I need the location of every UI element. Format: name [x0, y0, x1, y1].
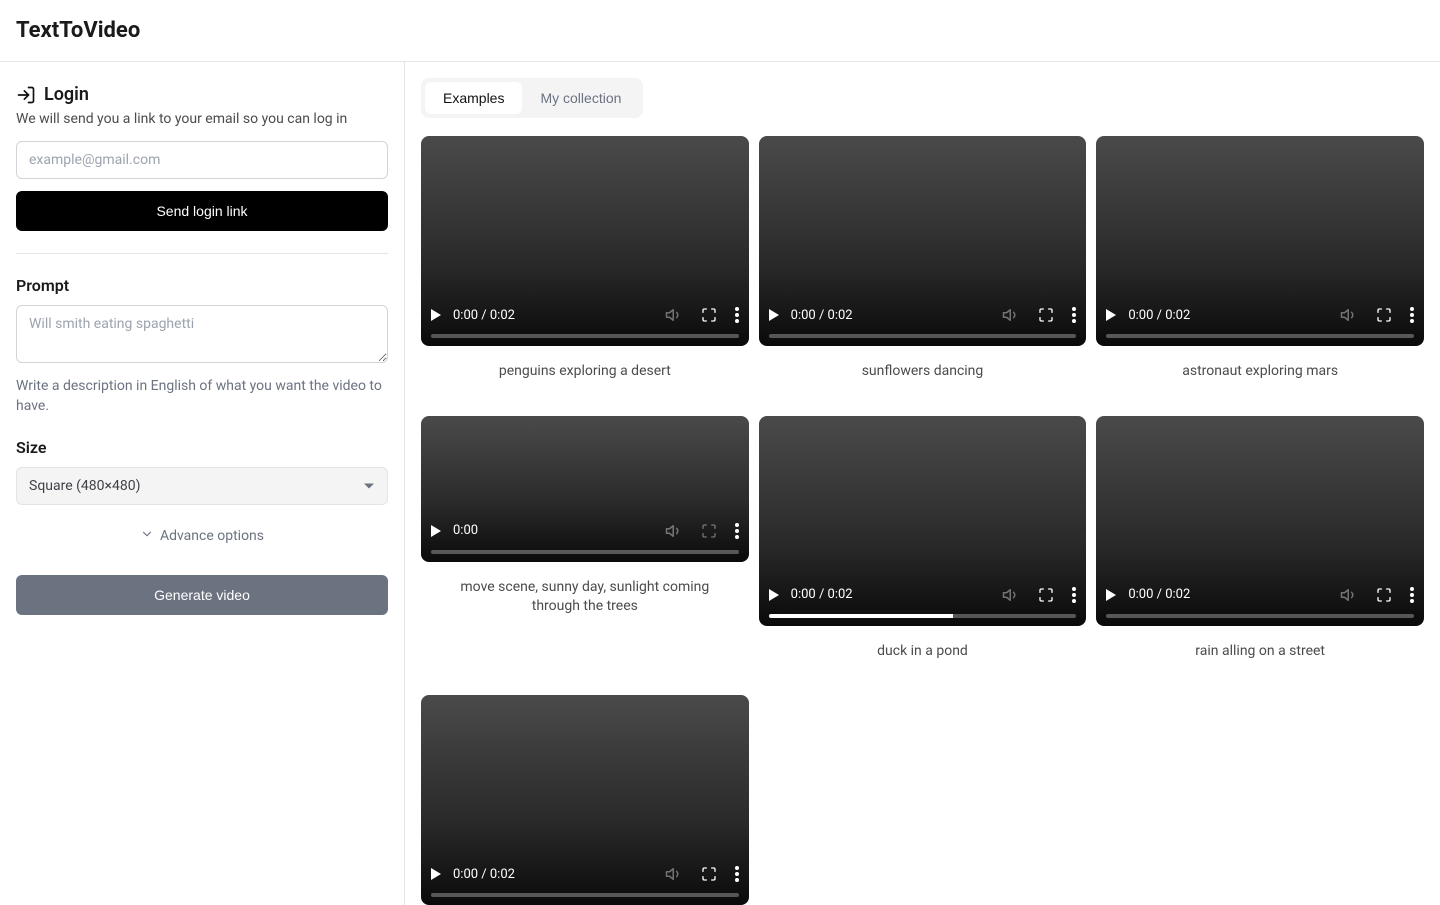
- more-icon[interactable]: [1072, 587, 1076, 603]
- play-icon[interactable]: [769, 309, 779, 321]
- video-player[interactable]: 0:00 / 0:02: [421, 136, 749, 346]
- video-time: 0:00 / 0:02: [791, 587, 853, 602]
- fullscreen-icon[interactable]: [1038, 587, 1054, 603]
- prompt-label: Prompt: [16, 276, 388, 295]
- video-time: 0:00 / 0:02: [1128, 308, 1190, 323]
- video-caption: astronaut exploring mars: [1182, 362, 1338, 382]
- volume-icon[interactable]: [1002, 306, 1020, 324]
- fullscreen-icon[interactable]: [701, 307, 717, 323]
- app-title: TextToVideo: [16, 18, 1424, 43]
- volume-icon[interactable]: [665, 865, 683, 883]
- login-title: Login: [44, 84, 89, 105]
- advance-options-toggle[interactable]: Advance options: [16, 527, 388, 545]
- video-progress[interactable]: [769, 614, 1077, 618]
- video-card: 0:00 / 0:02: [421, 695, 749, 905]
- video-time: 0:00 / 0:02: [791, 308, 853, 323]
- chevron-down-icon: [140, 527, 154, 545]
- video-controls: 0:00 / 0:02: [1096, 300, 1424, 346]
- video-player[interactable]: 0:00 / 0:02: [421, 695, 749, 905]
- video-caption: sunflowers dancing: [862, 362, 984, 382]
- play-icon[interactable]: [769, 589, 779, 601]
- video-time: 0:00 / 0:02: [1128, 587, 1190, 602]
- video-time: 0:00 / 0:02: [453, 867, 515, 882]
- advance-options-label: Advance options: [160, 528, 264, 544]
- video-player[interactable]: 0:00 / 0:02: [759, 416, 1087, 626]
- video-controls: 0:00: [421, 516, 749, 562]
- video-progress[interactable]: [431, 550, 739, 554]
- tab-examples[interactable]: Examples: [425, 82, 522, 114]
- login-icon: [16, 85, 36, 105]
- video-progress[interactable]: [769, 334, 1077, 338]
- login-subtitle: We will send you a link to your email so…: [16, 111, 388, 127]
- size-label: Size: [16, 438, 388, 457]
- volume-icon[interactable]: [665, 522, 683, 540]
- video-time: 0:00 / 0:02: [453, 308, 515, 323]
- video-caption: rain alling on a street: [1195, 642, 1325, 662]
- video-progress[interactable]: [1106, 334, 1414, 338]
- video-card: 0:00 / 0:02 astronaut exploring mars: [1096, 136, 1424, 382]
- send-login-link-button[interactable]: Send login link: [16, 191, 388, 231]
- video-controls: 0:00 / 0:02: [759, 580, 1087, 626]
- volume-icon[interactable]: [1340, 586, 1358, 604]
- video-card: 0:00 / 0:02 sunflowers dancing: [759, 136, 1087, 382]
- play-icon[interactable]: [1106, 589, 1116, 601]
- more-icon[interactable]: [735, 307, 739, 323]
- video-controls: 0:00 / 0:02: [421, 300, 749, 346]
- more-icon[interactable]: [1410, 307, 1414, 323]
- more-icon[interactable]: [1410, 587, 1414, 603]
- email-input[interactable]: [16, 141, 388, 179]
- video-caption: penguins exploring a desert: [499, 362, 671, 382]
- fullscreen-icon[interactable]: [1376, 307, 1392, 323]
- video-card: 0:00 move scene, sunny day, sunlight comi…: [421, 416, 749, 662]
- tab-my-collection[interactable]: My collection: [522, 82, 639, 114]
- prompt-input[interactable]: [16, 305, 388, 363]
- video-player[interactable]: 0:00 / 0:02: [759, 136, 1087, 346]
- play-icon[interactable]: [431, 309, 441, 321]
- play-icon[interactable]: [1106, 309, 1116, 321]
- video-caption: move scene, sunny day, sunlight coming t…: [445, 578, 725, 617]
- divider: [16, 253, 388, 254]
- volume-icon[interactable]: [1340, 306, 1358, 324]
- video-progress[interactable]: [431, 334, 739, 338]
- tabs: Examples My collection: [421, 78, 643, 118]
- fullscreen-icon[interactable]: [1376, 587, 1392, 603]
- more-icon[interactable]: [1072, 307, 1076, 323]
- video-progress[interactable]: [1106, 614, 1414, 618]
- fullscreen-icon[interactable]: [1038, 307, 1054, 323]
- play-icon[interactable]: [431, 868, 441, 880]
- volume-icon[interactable]: [1002, 586, 1020, 604]
- size-select[interactable]: Square (480×480): [16, 467, 388, 505]
- video-card: 0:00 / 0:02 penguins exploring a desert: [421, 136, 749, 382]
- video-caption: duck in a pond: [877, 642, 968, 662]
- video-card: 0:00 / 0:02 duck in a pond: [759, 416, 1087, 662]
- prompt-hint: Write a description in English of what y…: [16, 377, 388, 416]
- fullscreen-icon[interactable]: [701, 866, 717, 882]
- video-grid: 0:00 / 0:02penguins exploring a desert0:…: [421, 136, 1424, 905]
- video-player[interactable]: 0:00 / 0:02: [1096, 136, 1424, 346]
- play-icon[interactable]: [431, 525, 441, 537]
- app-header: TextToVideo: [0, 0, 1440, 62]
- sidebar: Login We will send you a link to your em…: [0, 62, 405, 905]
- video-controls: 0:00 / 0:02: [759, 300, 1087, 346]
- main-content: Examples My collection 0:00 / 0:02 pengui…: [405, 62, 1440, 905]
- more-icon[interactable]: [735, 866, 739, 882]
- fullscreen-icon[interactable]: [701, 523, 717, 539]
- volume-icon[interactable]: [665, 306, 683, 324]
- video-card: 0:00 / 0:02 rain alling on a street: [1096, 416, 1424, 662]
- video-player[interactable]: 0:00 / 0:02: [1096, 416, 1424, 626]
- video-player[interactable]: 0:00: [421, 416, 749, 562]
- video-time: 0:00: [453, 523, 478, 538]
- video-controls: 0:00 / 0:02: [1096, 580, 1424, 626]
- generate-video-button[interactable]: Generate video: [16, 575, 388, 615]
- video-progress[interactable]: [431, 893, 739, 897]
- more-icon[interactable]: [735, 523, 739, 539]
- video-controls: 0:00 / 0:02: [421, 859, 749, 905]
